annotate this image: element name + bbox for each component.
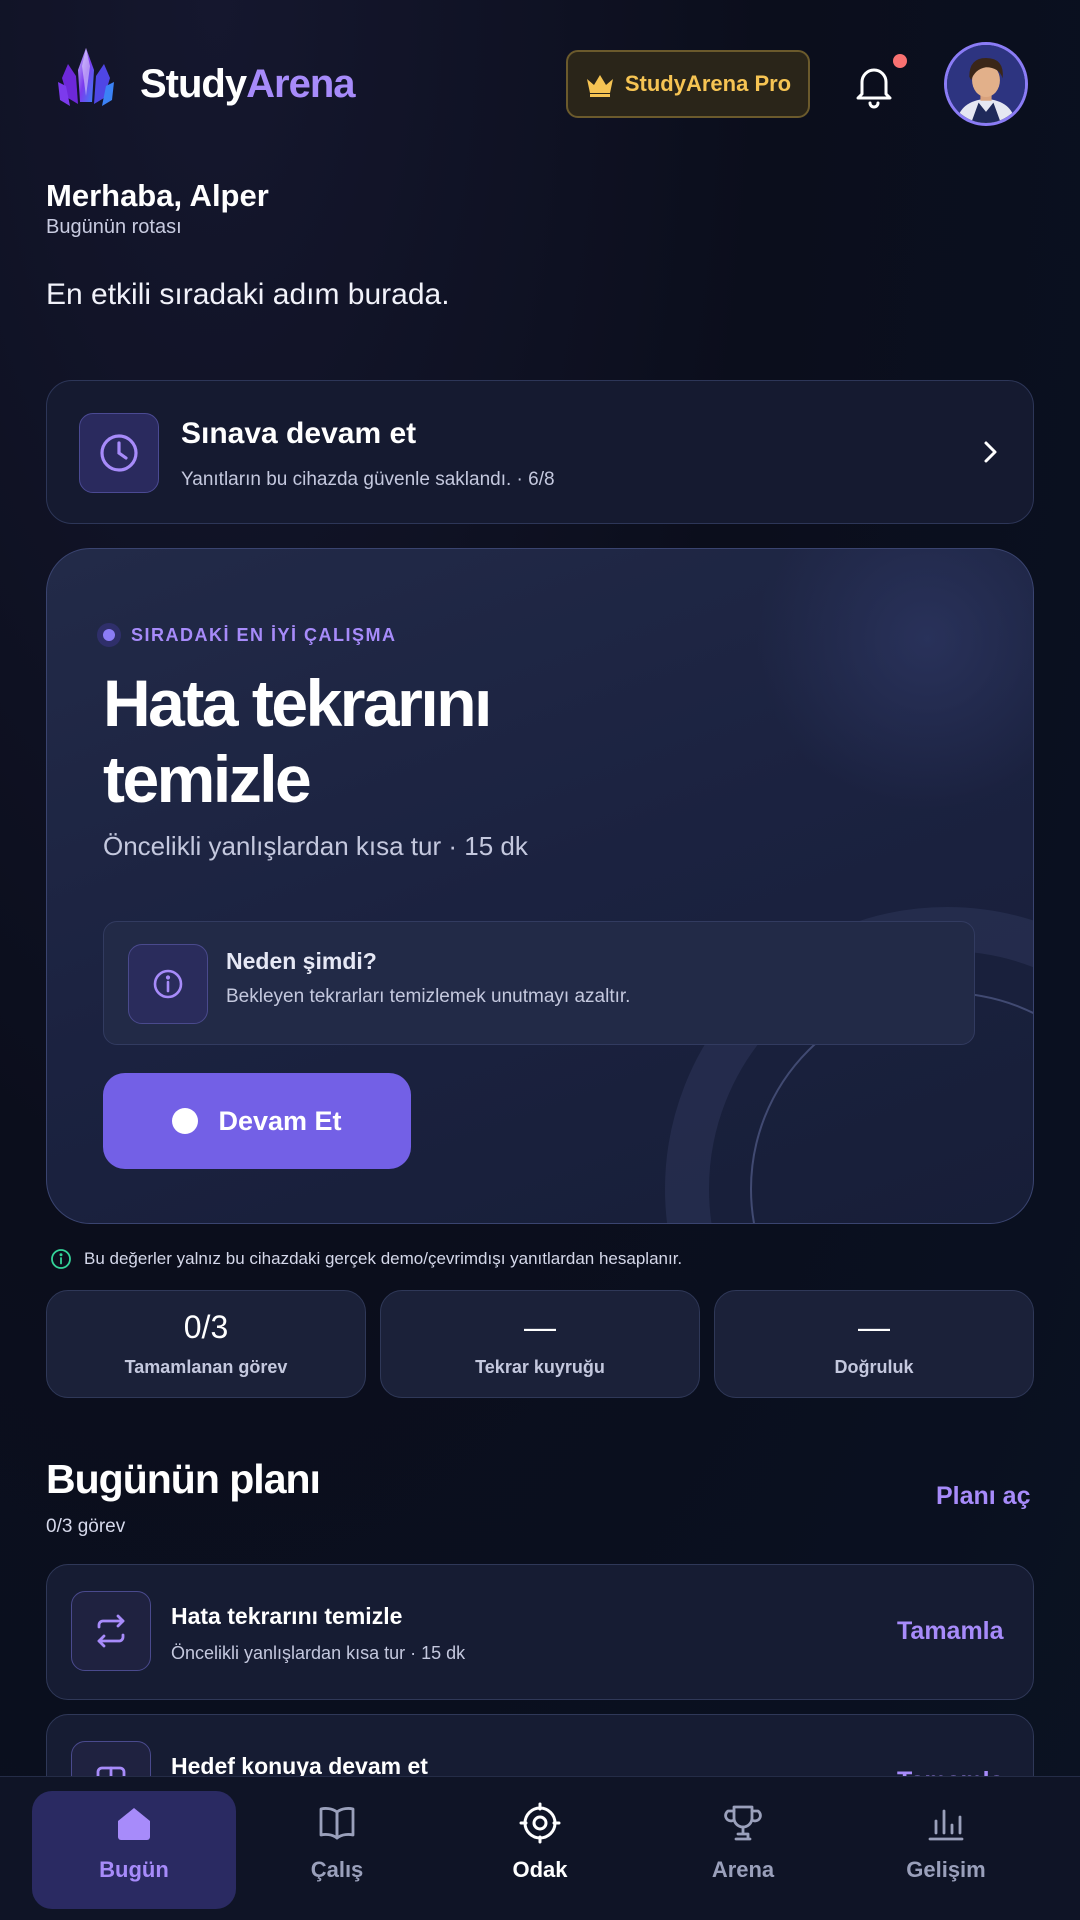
data-source-note-text: Bu değerler yalnız bu cihazdaki gerçek d… (84, 1249, 683, 1268)
nav-item-focus[interactable]: Odak (438, 1791, 642, 1909)
home-icon (118, 1808, 150, 1840)
hero-kicker-label: SIRADAKİ EN İYİ ÇALIŞMA (131, 624, 397, 645)
why-now-box: Neden şimdi? Bekleyen tekrarları temizle… (103, 921, 975, 1045)
stat-label: Tekrar kuyruğu (475, 1357, 605, 1377)
trophy-icon (724, 1805, 762, 1841)
play-dot-icon (172, 1108, 199, 1134)
bottom-navigation: Bugün Çalış Odak Arena Gelişim (0, 1776, 1080, 1920)
stat-value: 0/3 (183, 1309, 229, 1345)
hero-title: Hata tekrarını temizle (103, 666, 492, 816)
nav-item-arena[interactable]: Arena (641, 1791, 845, 1909)
chevron-right-icon (984, 441, 997, 463)
book-icon (319, 1807, 355, 1840)
notification-dot (893, 54, 907, 68)
user-portrait-icon (947, 45, 1025, 123)
hero-kicker: SIRADAKİ EN İYİ ÇALIŞMA (97, 623, 397, 647)
pro-upgrade-label: StudyArena Pro (624, 71, 792, 96)
hero-subtitle: Öncelikli yanlışlardan kısa tur · 15 dk (103, 831, 528, 861)
greeting-title: Merhaba, Alper (46, 178, 269, 213)
stat-accuracy: — Doğruluk (714, 1290, 1034, 1398)
nav-item-progress[interactable]: Gelişim (844, 1791, 1048, 1909)
stat-review-queue: — Tekrar kuyruğu (380, 1290, 700, 1398)
data-source-note: Bu değerler yalnız bu cihazdaki gerçek d… (50, 1248, 682, 1270)
complete-task-button[interactable]: Tamamla (897, 1617, 1004, 1646)
nav-label: Arena (711, 1857, 775, 1882)
stat-value: — (858, 1309, 890, 1345)
clock-icon (79, 413, 159, 493)
nav-label: Bugün (99, 1857, 169, 1882)
info-circle-icon (51, 1249, 71, 1269)
greeting-tagline: En etkili sıradaki adım burada. (46, 278, 450, 311)
kicker-dot-icon (97, 623, 121, 647)
list-item[interactable]: Hata tekrarını temizle Öncelikli yanlışl… (46, 1564, 1034, 1700)
target-icon (519, 1802, 561, 1844)
repeat-icon (71, 1591, 151, 1671)
why-now-title: Neden şimdi? (226, 948, 377, 974)
resume-exam-subtitle: Yanıtların bu cihazda güvenle saklandı. … (181, 469, 555, 490)
plan-task-count: 0/3 görev (46, 1516, 126, 1537)
app-header: StudyArena StudyArena Pro (0, 0, 1080, 170)
plan-section-title: Bugünün planı (46, 1456, 321, 1502)
bar-chart-icon (928, 1809, 964, 1841)
avatar[interactable] (944, 42, 1028, 126)
stat-completed-tasks: 0/3 Tamamlanan görev (46, 1290, 366, 1398)
continue-button-label: Devam Et (218, 1105, 342, 1136)
crown-icon (586, 75, 613, 97)
stat-label: Tamamlanan görev (124, 1357, 288, 1377)
nav-label: Çalış (310, 1857, 364, 1882)
nav-item-study[interactable]: Çalış (235, 1791, 439, 1909)
pro-upgrade-button[interactable]: StudyArena Pro (566, 50, 810, 118)
open-plan-link[interactable]: Planı aç (936, 1482, 1031, 1511)
stat-label: Doğruluk (834, 1357, 914, 1377)
info-icon (128, 944, 208, 1024)
why-now-text: Bekleyen tekrarları temizlemek unutmayı … (226, 986, 631, 1007)
task-subtitle: Öncelikli yanlışlardan kısa tur · 15 dk (171, 1643, 466, 1663)
bell-icon[interactable] (850, 60, 898, 110)
nav-item-today[interactable]: Bugün (32, 1791, 236, 1909)
task-title: Hata tekrarını temizle (171, 1603, 403, 1629)
app-screen: StudyArena StudyArena Pro Merhaba, Alper… (0, 0, 1080, 1920)
resume-exam-title: Sınava devam et (181, 417, 417, 450)
greeting-subtitle: Bugünün rotası (46, 216, 182, 238)
crystal-logo-icon (58, 48, 114, 106)
brand-name: StudyArena (140, 62, 356, 106)
resume-exam-card[interactable]: Sınava devam et Yanıtların bu cihazda gü… (46, 380, 1034, 524)
continue-button[interactable]: Devam Et (103, 1073, 411, 1169)
nav-label: Odak (512, 1857, 568, 1882)
stat-value: — (524, 1309, 556, 1345)
next-best-study-card: SIRADAKİ EN İYİ ÇALIŞMA Hata tekrarını t… (46, 548, 1034, 1224)
nav-label: Gelişim (906, 1857, 986, 1882)
